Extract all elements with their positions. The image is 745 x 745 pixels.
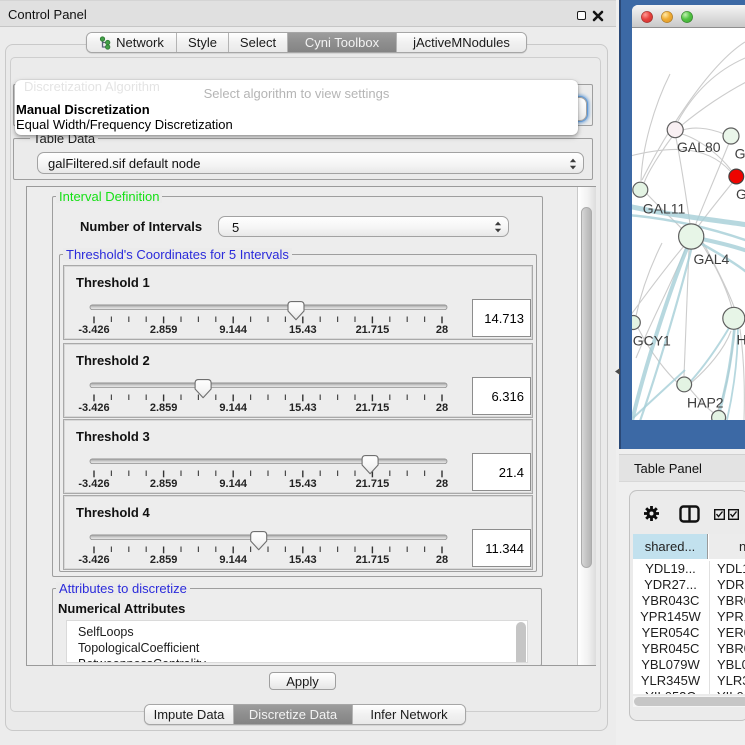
svg-text:H: H	[737, 332, 745, 348]
svg-text:GCY1: GCY1	[633, 333, 671, 349]
svg-text:GAL11: GAL11	[643, 201, 686, 217]
svg-text:GA: GA	[736, 186, 745, 202]
svg-text:GA: GA	[735, 146, 745, 162]
svg-text:GAL80: GAL80	[677, 139, 721, 155]
svg-text:HAP2: HAP2	[687, 395, 724, 411]
svg-text:GAL4: GAL4	[694, 251, 730, 267]
